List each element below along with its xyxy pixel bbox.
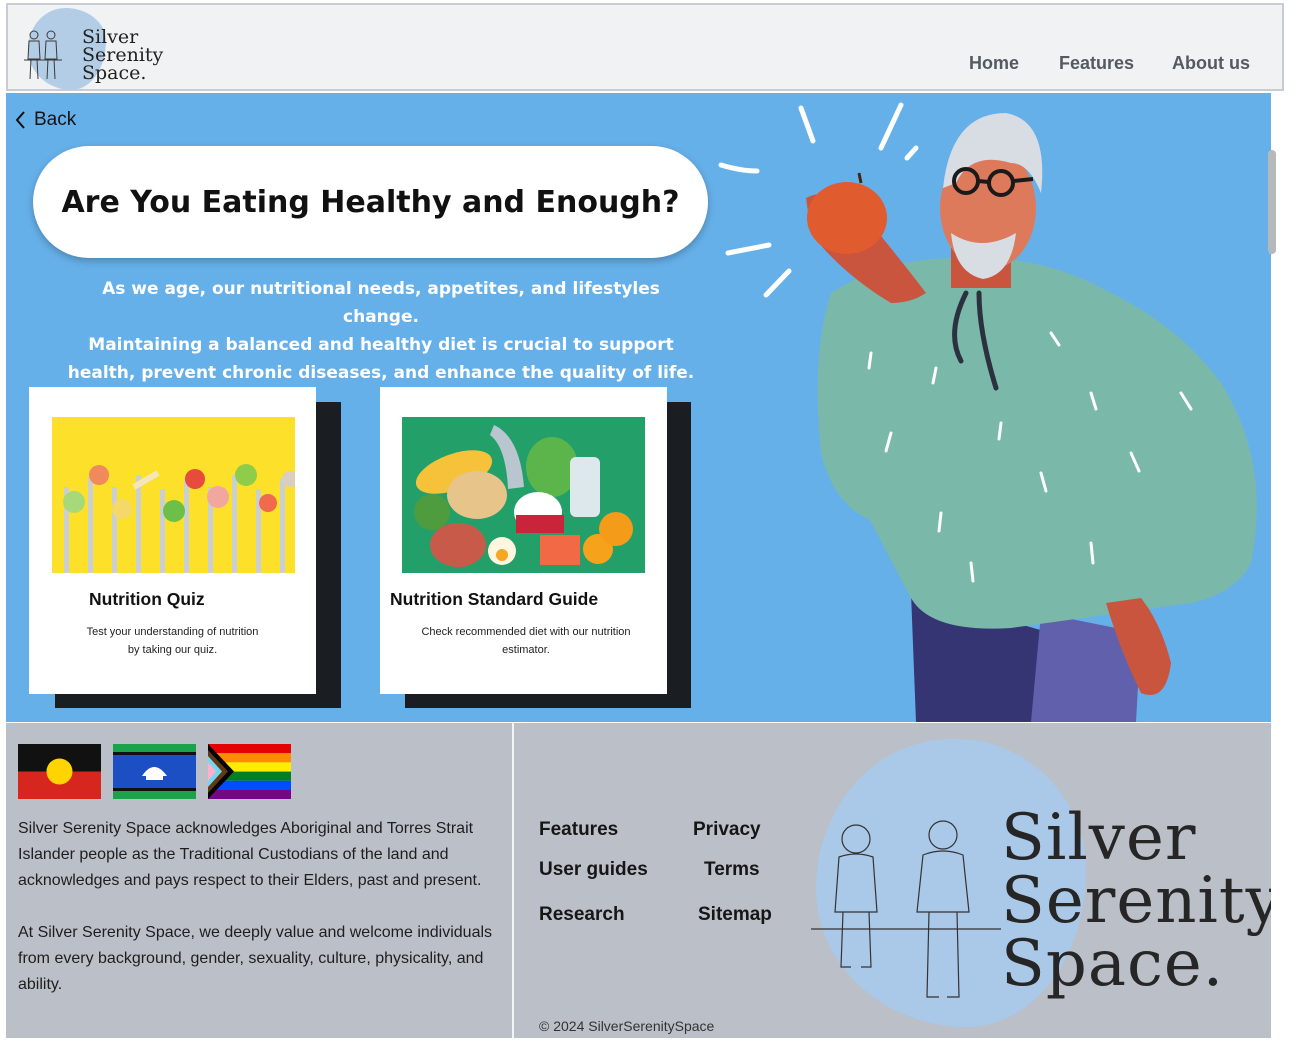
- chevron-left-icon: [15, 111, 25, 129]
- footer-link-user-guides[interactable]: User guides: [539, 859, 648, 881]
- card-title: Nutrition Quiz: [89, 589, 205, 609]
- ack-line: Silver Serenity Space acknowledges Abori…: [18, 820, 474, 837]
- card-desc-line: by taking our quiz.: [127, 644, 218, 656]
- card-description: Check recommended diet with our nutritio…: [380, 623, 672, 659]
- footer-divider: [512, 723, 514, 1038]
- site-footer: Silver Serenity Space acknowledges Abori…: [6, 723, 1271, 1038]
- scrollbar-thumb[interactable]: [1268, 150, 1276, 254]
- intro-line: health, prevent chronic diseases, and en…: [67, 363, 695, 383]
- title-pill: Are You Eating Healthy and Enough?: [33, 146, 708, 258]
- back-label: Back: [34, 109, 77, 130]
- logo-figures-icon: [24, 30, 62, 80]
- forks-food-illustration: [52, 417, 295, 573]
- nav-home[interactable]: Home: [969, 53, 1019, 74]
- welcome-line: At Silver Serenity Space, we deeply valu…: [18, 924, 493, 941]
- footer-link-research[interactable]: Research: [539, 904, 625, 926]
- footer-logo-line-1: Silver: [1001, 801, 1197, 875]
- card-title: Nutrition Standard Guide: [390, 589, 599, 609]
- footer-link-sitemap[interactable]: Sitemap: [698, 904, 772, 926]
- nav-about-us[interactable]: About us: [1172, 53, 1250, 74]
- card-desc-line: Test your understanding of nutrition: [86, 626, 259, 638]
- nutrition-quiz-card[interactable]: Nutrition Quiz Test your understanding o…: [29, 387, 316, 694]
- footer-link-features[interactable]: Features: [539, 819, 618, 841]
- back-button[interactable]: Back: [14, 109, 76, 131]
- food-group-illustration: [402, 417, 645, 573]
- logo-line-3: Space.: [82, 62, 147, 84]
- welcome-line: from every background, gender, sexuality…: [18, 950, 484, 967]
- card-desc-line: Check recommended diet with our nutritio…: [421, 626, 631, 638]
- footer-logo-line-2: Serenity: [1001, 864, 1271, 938]
- ack-line: acknowledges and pays respect to their E…: [18, 872, 482, 889]
- nav-features[interactable]: Features: [1059, 53, 1134, 74]
- copyright-text: © 2024 SilverSerenitySpace: [539, 1018, 715, 1034]
- card-desc-line: estimator.: [502, 644, 550, 656]
- intro-line: Maintaining a balanced and healthy diet …: [88, 335, 674, 355]
- ack-line: Islander people as the Traditional Custo…: [18, 846, 449, 863]
- elderly-man-apple-illustration: [718, 102, 1257, 722]
- site-header: Silver Serenity Space. Home Features Abo…: [6, 3, 1284, 91]
- footer-logo-figures-icon: [811, 820, 1001, 998]
- footer-link-privacy[interactable]: Privacy: [693, 819, 761, 841]
- hero-section: Back Are You Eating Healthy and Enough? …: [6, 93, 1271, 722]
- intro-text: As we age, our nutritional needs, appeti…: [66, 275, 696, 387]
- welcome-text: At Silver Serenity Space, we deeply valu…: [18, 920, 523, 998]
- torres-strait-flag-icon: [113, 744, 196, 799]
- page-title: Are You Eating Healthy and Enough?: [61, 184, 680, 220]
- aboriginal-flag-icon: [18, 744, 101, 799]
- footer-logo-line-3: Space.: [1001, 927, 1225, 1001]
- footer-link-terms[interactable]: Terms: [704, 859, 760, 881]
- intro-line: As we age, our nutritional needs, appeti…: [102, 279, 660, 327]
- progress-pride-flag-icon: [208, 744, 291, 799]
- acknowledgement-text: Silver Serenity Space acknowledges Abori…: [18, 816, 523, 894]
- nutrition-guide-card[interactable]: Nutrition Standard Guide Check recommend…: [380, 387, 667, 694]
- card-description: Test your understanding of nutrition by …: [29, 623, 316, 659]
- welcome-line: ability.: [18, 976, 63, 993]
